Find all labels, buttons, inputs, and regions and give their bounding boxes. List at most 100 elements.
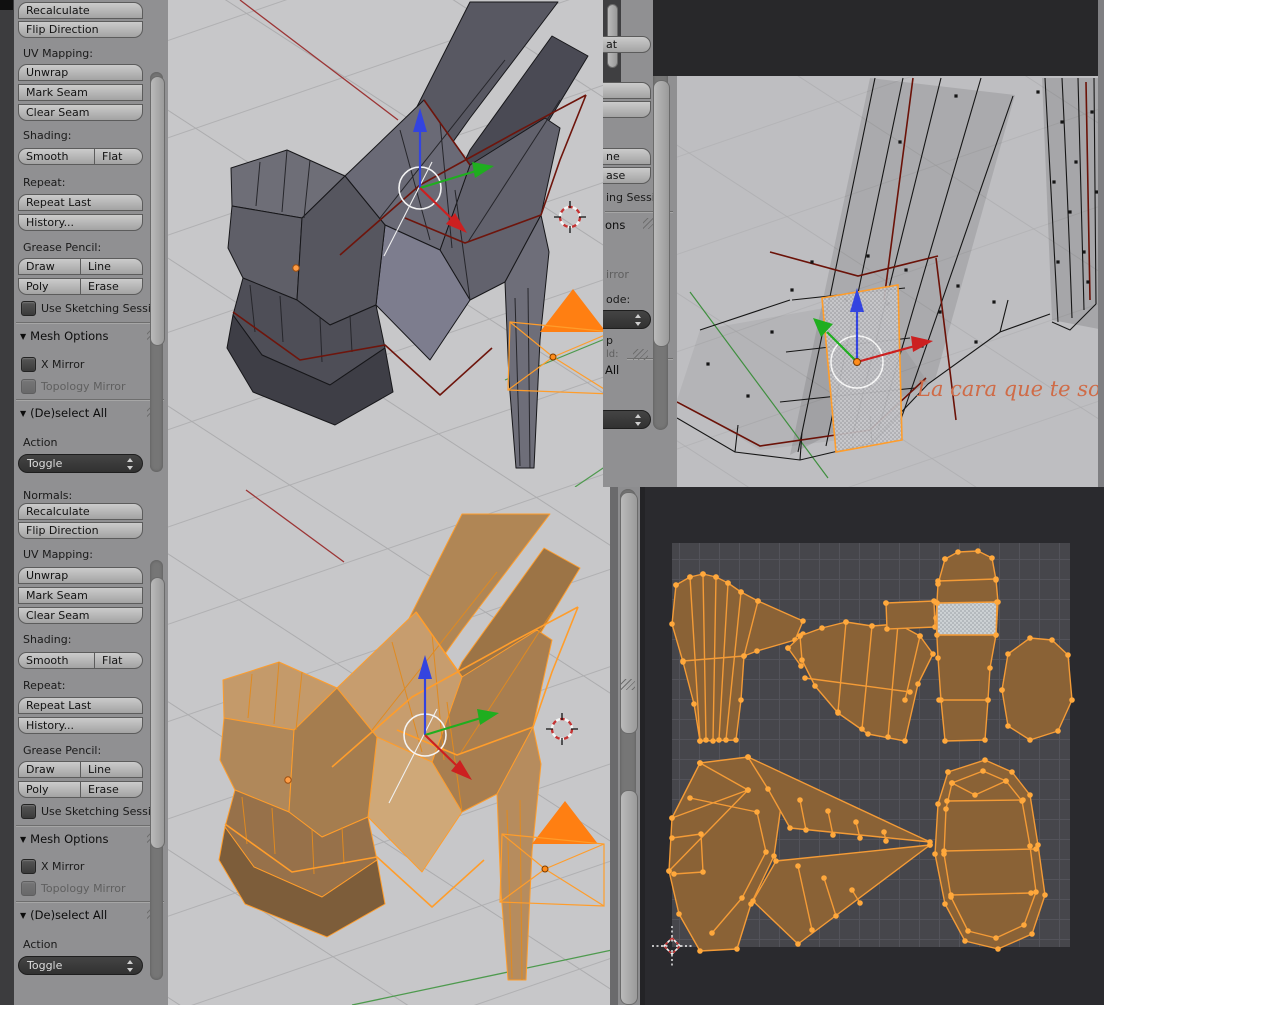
mark-seam-button[interactable]: Mark Seam — [18, 84, 143, 101]
use-sketching-checkbox[interactable] — [21, 804, 36, 819]
uv-mapping-label: UV Mapping: — [23, 548, 93, 561]
x-mirror-checkbox[interactable] — [21, 357, 36, 372]
mesh-options-header[interactable]: ▼ Mesh Options — [20, 329, 108, 343]
tool-shelf-top: Recalculate Flip Direction UV Mapping: U… — [14, 0, 168, 487]
flip-direction-button[interactable]: Flip Direction — [18, 522, 143, 539]
uv-island-blob[interactable] — [1002, 638, 1072, 740]
shelf-scrollbar-thumb[interactable] — [653, 80, 670, 347]
action-label: Action — [23, 436, 58, 449]
topology-mirror-label: Topology Mirror — [41, 882, 126, 895]
editor-right-border — [1098, 0, 1104, 487]
uv-scrollbar-thumb[interactable] — [620, 790, 638, 1005]
repeat-label: Repeat: — [23, 679, 66, 692]
deselect-all-header[interactable]: ▼ (De)select All — [20, 406, 107, 420]
annotation-text: La cara que te sobra — [916, 377, 1104, 401]
mode-label-fragment: ode: — [606, 293, 631, 306]
composite-screenshot: La cara que te sobra — [0, 0, 1280, 1024]
viewport-3d-edit-bottom[interactable] — [168, 487, 614, 1005]
x-mirror-checkbox[interactable] — [21, 859, 36, 874]
draw-button[interactable]: Draw — [18, 258, 81, 275]
grease-pencil-label: Grease Pencil: — [23, 241, 102, 254]
uv-editor[interactable] — [645, 487, 1104, 1005]
object-origin-dot — [292, 264, 300, 272]
deselect-all-header[interactable]: ▼ (De)select All — [20, 908, 107, 922]
viewport-wireframe[interactable]: La cara que te sobra — [677, 76, 1104, 487]
ld-label-fragment: ld: — [606, 349, 619, 360]
smooth-button[interactable]: Smooth — [18, 652, 95, 669]
smooth-button[interactable]: Smooth — [18, 148, 95, 165]
dropdown-arrows-icon — [126, 960, 135, 972]
flip-direction-button[interactable]: Flip Direction — [18, 21, 143, 38]
uv-editor-edge-strip — [610, 487, 645, 1005]
clipped-dropdown[interactable] — [603, 410, 651, 429]
scrollbar-grip-icon[interactable] — [621, 679, 635, 690]
options-header-fragment[interactable]: ons — [605, 218, 625, 232]
mirror-label-fragment: irror — [606, 268, 629, 281]
repeat-last-button[interactable]: Repeat Last — [18, 697, 143, 714]
flat-button[interactable]: Flat — [94, 148, 143, 165]
erase-button-fragment[interactable]: ase — [603, 167, 651, 184]
clipped-dropdown[interactable] — [603, 310, 651, 329]
tool-shelf-bottom: Normals: Recalculate Flip Direction UV M… — [14, 487, 168, 1005]
uv-island-rect[interactable] — [886, 601, 935, 629]
action-dropdown[interactable]: Toggle — [18, 956, 143, 975]
p-label-fragment: p — [606, 334, 613, 347]
x-mirror-label: X Mirror — [41, 358, 85, 371]
erase-button[interactable]: Erase — [80, 278, 143, 295]
shading-label: Shading: — [23, 633, 72, 646]
action-label: Action — [23, 938, 58, 951]
line-button[interactable]: Line — [80, 761, 143, 778]
corner-block — [0, 0, 13, 10]
clipped-button[interactable] — [603, 82, 651, 99]
editor-header-bar — [653, 0, 1104, 76]
use-sketching-label: Use Sketching Sessi — [41, 805, 151, 818]
dropdown-arrows-icon — [634, 314, 643, 326]
clear-seam-button[interactable]: Clear Seam — [18, 607, 143, 624]
poly-button[interactable]: Poly — [18, 278, 81, 295]
dropdown-arrows-icon — [634, 414, 643, 426]
action-dropdown[interactable]: Toggle — [18, 454, 143, 473]
topology-mirror-checkbox[interactable] — [21, 881, 36, 896]
uv-scrollbar-thumb[interactable] — [620, 492, 638, 734]
uv-mapping-label: UV Mapping: — [23, 47, 93, 60]
editor-edge-strip — [0, 0, 14, 1005]
history-button[interactable]: History... — [18, 214, 143, 231]
draw-button[interactable]: Draw — [18, 761, 81, 778]
edge-divider — [610, 487, 618, 1005]
repeat-last-button[interactable]: Repeat Last — [18, 194, 143, 211]
flat-button[interactable]: Flat — [94, 652, 143, 669]
repeat-label: Repeat: — [23, 176, 66, 189]
poly-button[interactable]: Poly — [18, 781, 81, 798]
history-button[interactable]: History... — [18, 717, 143, 734]
line-button[interactable]: Line — [80, 258, 143, 275]
viewport-3d-edit-top[interactable] — [168, 0, 612, 487]
unwrap-button[interactable]: Unwrap — [18, 567, 143, 584]
topology-mirror-label: Topology Mirror — [41, 380, 126, 393]
clear-seam-button[interactable]: Clear Seam — [18, 104, 143, 121]
shelf-scrollbar-thumb[interactable] — [150, 76, 165, 346]
recalculate-button[interactable]: Recalculate — [18, 503, 143, 520]
collapse-triangle-icon: ▼ — [20, 835, 27, 844]
all-header-fragment[interactable]: All — [605, 363, 619, 377]
x-mirror-label: X Mirror — [41, 860, 85, 873]
clipped-button[interactable] — [603, 101, 651, 118]
recalculate-button[interactable]: Recalculate — [18, 2, 143, 19]
dropdown-arrows-icon — [126, 458, 135, 470]
grease-pencil-label: Grease Pencil: — [23, 744, 102, 757]
topology-mirror-checkbox[interactable] — [21, 379, 36, 394]
shelf-scrollbar-thumb[interactable] — [150, 577, 165, 849]
unwrap-button[interactable]: Unwrap — [18, 64, 143, 81]
object-origin-dot — [284, 776, 292, 784]
erase-button[interactable]: Erase — [80, 781, 143, 798]
panel-drag-grip-icon[interactable] — [633, 349, 648, 360]
normals-label: Normals: — [23, 489, 73, 502]
mesh-options-header[interactable]: ▼ Mesh Options — [20, 832, 108, 846]
mark-seam-button[interactable]: Mark Seam — [18, 587, 143, 604]
line-button-fragment[interactable]: ne — [603, 148, 651, 165]
use-sketching-checkbox[interactable] — [21, 301, 36, 316]
collapse-triangle-icon: ▼ — [20, 332, 27, 341]
collapse-triangle-icon: ▼ — [20, 911, 27, 920]
use-sketching-label: Use Sketching Sessi — [41, 302, 151, 315]
uv-selected-face[interactable] — [937, 602, 997, 635]
flat-button-fragment[interactable]: at — [603, 36, 651, 53]
